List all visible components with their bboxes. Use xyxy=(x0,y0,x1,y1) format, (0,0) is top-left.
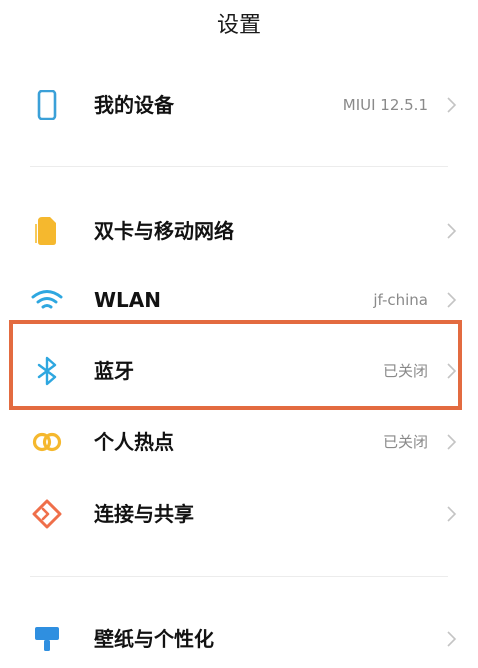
wallpaper-icon xyxy=(30,624,64,654)
settings-item-label: 个人热点 xyxy=(94,430,174,454)
sim-card-icon xyxy=(30,216,64,246)
hotspot-icon xyxy=(30,427,64,457)
chevron-right-icon xyxy=(446,96,458,114)
settings-item-value: 已关闭 xyxy=(382,433,428,451)
page-title: 设置 xyxy=(216,13,261,38)
settings-item-dual-sim[interactable]: 双卡与移动网络 xyxy=(0,202,478,260)
wifi-icon xyxy=(30,285,64,315)
settings-item-label: 连接与共享 xyxy=(94,502,194,526)
settings-item-label: 我的设备 xyxy=(94,93,174,117)
chevron-right-icon xyxy=(446,433,458,451)
connection-share-icon xyxy=(30,499,64,529)
settings-item-label: 双卡与移动网络 xyxy=(94,219,234,243)
settings-item-value: MIUI 12.5.1 xyxy=(342,96,428,114)
chevron-right-icon xyxy=(446,291,458,309)
phone-device-icon xyxy=(30,90,64,120)
section-divider xyxy=(30,576,448,577)
settings-item-hotspot[interactable]: 个人热点 已关闭 xyxy=(0,413,478,471)
settings-item-my-device[interactable]: 我的设备 MIUI 12.5.1 xyxy=(0,76,478,134)
section-divider xyxy=(30,166,448,167)
settings-item-wallpaper[interactable]: 壁纸与个性化 xyxy=(0,610,478,668)
chevron-right-icon xyxy=(446,630,458,648)
highlight-box xyxy=(9,320,462,410)
settings-item-label: 壁纸与个性化 xyxy=(94,627,214,651)
chevron-right-icon xyxy=(446,505,458,523)
chevron-right-icon xyxy=(446,222,458,240)
settings-item-connection-share[interactable]: 连接与共享 xyxy=(0,485,478,543)
